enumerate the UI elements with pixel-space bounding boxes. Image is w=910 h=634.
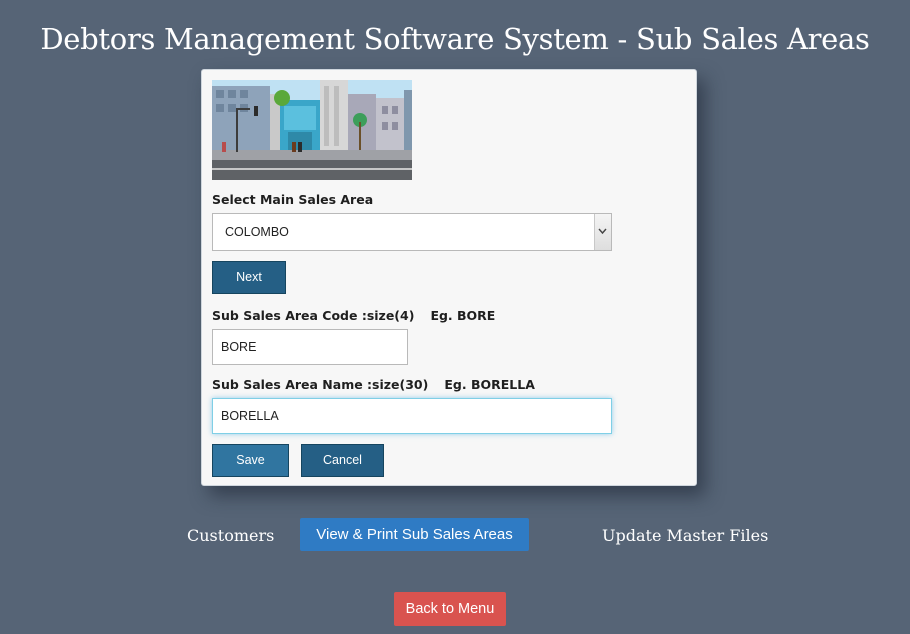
page-title: Debtors Management Software System - Sub… [40, 22, 870, 56]
view-print-button[interactable]: View & Print Sub Sales Areas [300, 518, 529, 551]
customers-link[interactable]: Customers [187, 526, 274, 545]
city-street-banner-image [212, 80, 412, 180]
code-label: Sub Sales Area Code :size(4) [212, 308, 415, 323]
sub-sales-area-form: Select Main Sales Area COLOMBO Next Sub … [201, 69, 697, 486]
next-button-label: Next [236, 270, 262, 284]
back-to-menu-button[interactable]: Back to Menu [394, 592, 506, 626]
code-label-row: Sub Sales Area Code :size(4) Eg. BORE [212, 308, 495, 323]
save-button-label: Save [236, 453, 265, 467]
name-label: Sub Sales Area Name :size(30) [212, 377, 429, 392]
update-master-files-link[interactable]: Update Master Files [602, 526, 768, 545]
code-example: Eg. BORE [430, 308, 496, 323]
next-button[interactable]: Next [212, 261, 286, 294]
main-area-label: Select Main Sales Area [212, 192, 374, 207]
code-input[interactable]: BORE [212, 329, 408, 365]
chevron-down-icon[interactable] [594, 214, 611, 250]
name-label-row: Sub Sales Area Name :size(30) Eg. BORELLA [212, 377, 535, 392]
save-button[interactable]: Save [212, 444, 289, 477]
name-example: Eg. BORELLA [444, 377, 535, 392]
name-input[interactable]: BORELLA [212, 398, 612, 434]
main-area-select[interactable]: COLOMBO [212, 213, 612, 251]
main-area-selected-value: COLOMBO [225, 225, 289, 239]
cancel-button-label: Cancel [323, 453, 362, 467]
cancel-button[interactable]: Cancel [301, 444, 384, 477]
